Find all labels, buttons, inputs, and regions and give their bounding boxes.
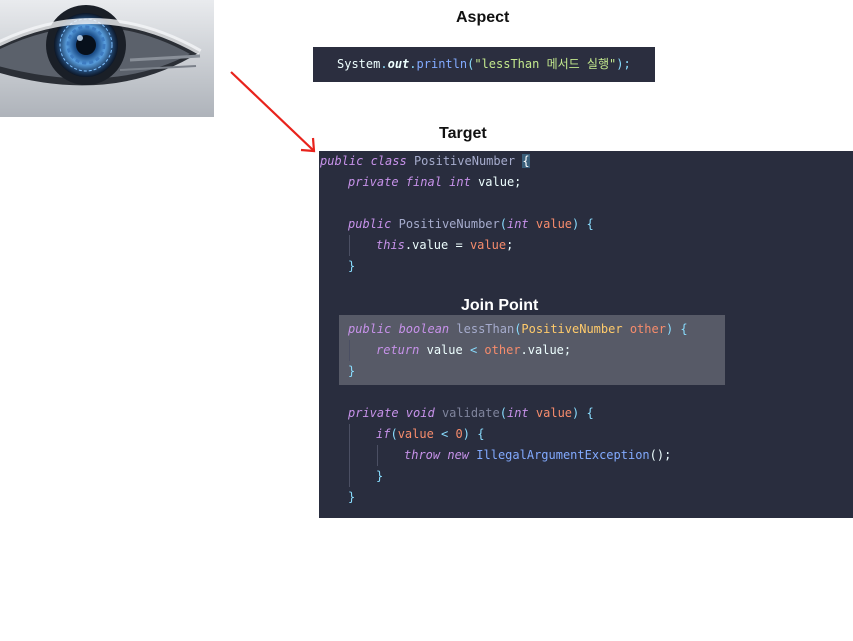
code-operator: < <box>469 343 478 357</box>
code-token: ( <box>390 427 398 441</box>
aspect-code-block: System.out.println("lessThan 메서드 실행"); <box>313 47 655 82</box>
join-point-heading: Join Point <box>461 297 539 314</box>
code-text: .value; <box>520 343 572 357</box>
code-param: other <box>629 322 666 336</box>
code-line: public PositiveNumber(int value) { <box>348 214 594 235</box>
code-token: println <box>416 57 468 71</box>
code-keyword: public boolean <box>348 322 450 336</box>
code-keyword: private final int <box>348 175 471 189</box>
code-param: value <box>397 427 434 441</box>
code-token: . <box>409 57 417 71</box>
code-token: ) { <box>572 217 594 231</box>
code-keyword: int <box>506 217 529 231</box>
code-line: public class PositiveNumber { <box>320 151 530 172</box>
code-text: (); <box>649 448 672 462</box>
code-string: "lessThan 메서드 실행" <box>474 57 617 71</box>
code-token: ( <box>499 217 507 231</box>
code-class-name: PositiveNumber <box>413 154 516 168</box>
code-line: } <box>348 361 355 382</box>
code-brace: } <box>348 490 356 504</box>
code-brace: { <box>522 154 530 168</box>
code-brace: } <box>348 259 356 273</box>
code-param: value <box>535 217 573 231</box>
robot-eye-image <box>0 0 214 117</box>
code-keyword: if <box>376 427 391 441</box>
code-token: out <box>387 57 410 71</box>
code-keyword: public class <box>320 154 407 168</box>
code-token: ) { <box>665 322 688 336</box>
code-keyword: throw new <box>404 448 470 462</box>
code-method-name: validate <box>441 406 500 420</box>
code-class-name: IllegalArgumentException <box>476 448 650 462</box>
code-type: PositiveNumber <box>521 322 623 336</box>
code-method-name: PositiveNumber <box>398 217 500 231</box>
code-keyword: int <box>506 406 529 420</box>
code-brace: } <box>376 469 384 483</box>
code-line: throw new IllegalArgumentException(); <box>404 445 671 466</box>
code-line: } <box>348 487 355 508</box>
code-text: value <box>426 343 463 357</box>
indent-guide <box>349 340 350 361</box>
code-text: value; <box>478 175 522 189</box>
code-line: return value < other.value; <box>376 340 571 361</box>
code-line: if(value < 0) { <box>376 424 484 445</box>
code-param: value <box>469 238 507 252</box>
code-token: ); <box>616 57 631 71</box>
arrow-down-right-icon <box>230 71 316 153</box>
code-keyword: return <box>376 343 420 357</box>
target-heading: Target <box>439 125 487 142</box>
code-text: .value = <box>404 238 470 252</box>
target-code-block: public class PositiveNumber { private fi… <box>319 151 853 518</box>
code-token: ( <box>499 406 507 420</box>
code-number: 0 <box>455 427 463 441</box>
indent-guide <box>377 445 378 466</box>
code-line: private final int value; <box>348 172 521 193</box>
indent-guide <box>349 424 350 487</box>
code-token: ) { <box>462 427 485 441</box>
code-method-name: lessThan <box>456 322 515 336</box>
code-token: ) { <box>572 406 594 420</box>
code-line: private void validate(int value) { <box>348 403 594 424</box>
code-text: ; <box>506 238 514 252</box>
robot-eye-icon <box>0 0 214 117</box>
indent-guide <box>349 235 350 256</box>
code-line: } <box>348 256 355 277</box>
code-param: value <box>535 406 573 420</box>
code-param: other <box>484 343 521 357</box>
code-keyword: this <box>376 238 405 252</box>
code-keyword: private void <box>348 406 435 420</box>
code-operator: < <box>441 427 449 441</box>
code-brace: } <box>348 364 356 378</box>
code-keyword: public <box>348 217 392 231</box>
code-line: } <box>376 466 383 487</box>
code-token: . <box>380 57 388 71</box>
code-line: public boolean lessThan(PositiveNumber o… <box>348 319 688 340</box>
code-token: System <box>337 57 381 71</box>
code-line: this.value = value; <box>376 235 513 256</box>
aspect-heading: Aspect <box>456 9 510 26</box>
